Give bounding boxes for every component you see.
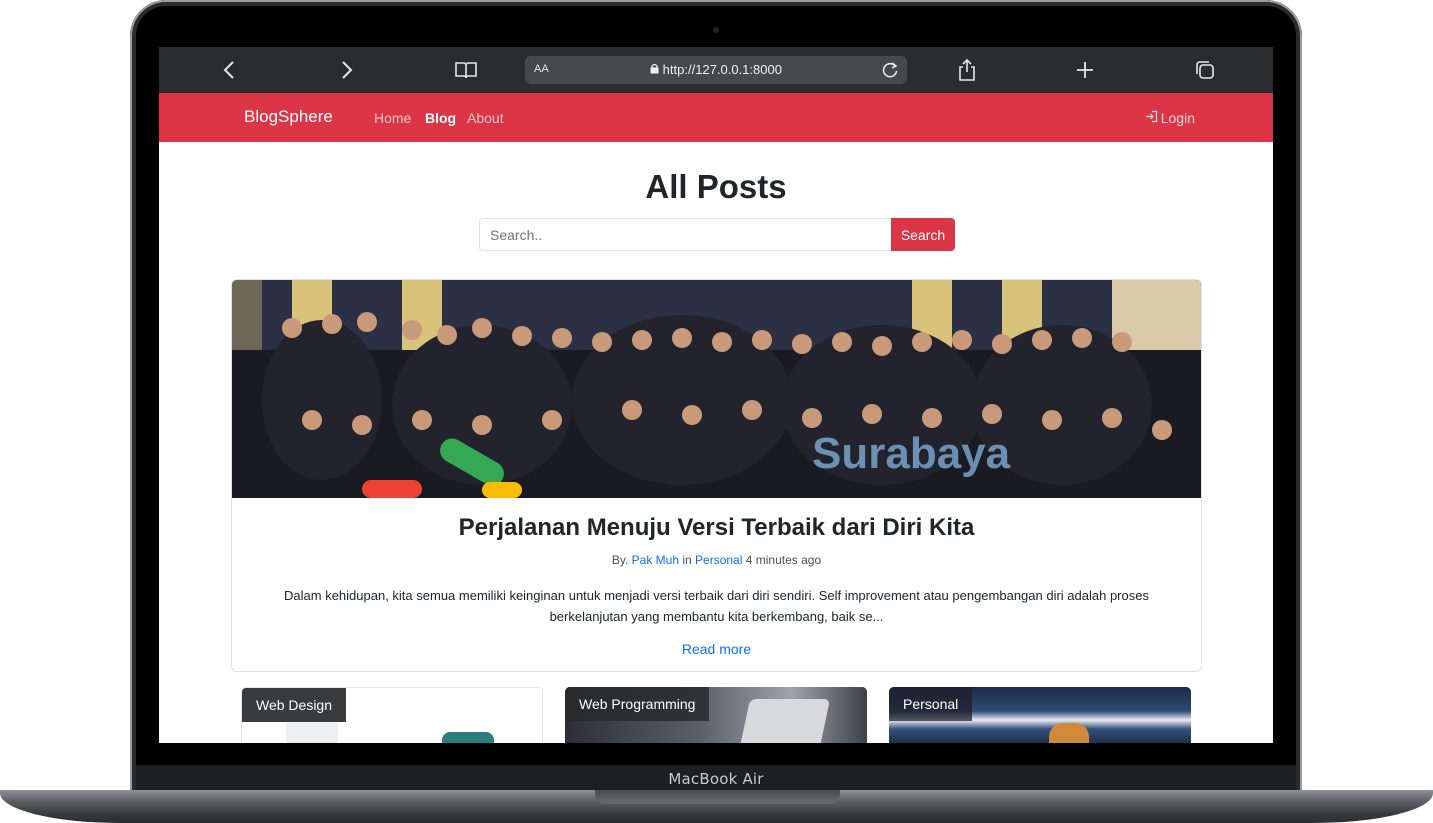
post-meta: By. Pak Muh in Personal 4 minutes ago	[232, 553, 1201, 567]
login-icon	[1145, 110, 1158, 126]
category-link[interactable]: Personal	[695, 553, 742, 567]
url-text: http://127.0.0.1:8000	[662, 62, 782, 77]
author-link[interactable]: Pak Muh	[632, 553, 679, 567]
laptop-hinge-notch	[595, 790, 840, 804]
book-icon[interactable]	[453, 55, 479, 85]
search-button[interactable]: Search	[891, 218, 955, 251]
site-navbar: BlogSphere Home Blog About Login	[159, 93, 1273, 142]
login-label: Login	[1160, 110, 1195, 126]
hero-sign-text: Surabaya	[812, 429, 1011, 478]
card-thumbnail-shape	[1049, 723, 1089, 743]
laptop-chin: MacBook Air	[136, 765, 1296, 793]
post-card-web-design[interactable]: Web Design	[241, 687, 543, 743]
browser-screen: AA http://127.0.0.1:8000 BlogSphere Home…	[159, 47, 1273, 743]
share-icon[interactable]	[955, 55, 979, 85]
device-label: MacBook Air	[668, 770, 764, 788]
post-card-personal[interactable]: Personal	[889, 687, 1191, 743]
featured-post-card: Surabaya Perjalanan Menuju Versi Terbaik…	[231, 279, 1202, 672]
post-excerpt: Dalam kehidupan, kita semua memiliki kei…	[284, 588, 1149, 624]
card-thumbnail	[442, 732, 494, 743]
nav-link-home[interactable]: Home	[374, 110, 411, 126]
tabs-icon[interactable]	[1193, 55, 1217, 85]
read-more-link[interactable]: Read more	[232, 641, 1201, 657]
nav-link-blog[interactable]: Blog	[425, 110, 456, 126]
page-title: All Posts	[645, 168, 787, 205]
chevron-left-icon[interactable]	[217, 55, 241, 85]
laptop-image-shape	[739, 699, 831, 743]
post-title[interactable]: Perjalanan Menuju Versi Terbaik dari Dir…	[232, 514, 1201, 542]
plus-icon[interactable]	[1073, 55, 1097, 85]
category-badge[interactable]: Personal	[889, 687, 973, 721]
category-badge[interactable]: Web Design	[242, 688, 347, 722]
search-input[interactable]	[479, 218, 892, 251]
lock-icon	[650, 62, 663, 77]
meta-by-label: By.	[611, 553, 629, 567]
brand-logo[interactable]: BlogSphere	[244, 107, 333, 127]
featured-post-image[interactable]: Surabaya	[232, 280, 1202, 498]
camera	[713, 27, 719, 33]
post-time: 4 minutes ago	[745, 553, 822, 567]
category-badge[interactable]: Web Programming	[565, 687, 710, 721]
chevron-right-icon[interactable]	[335, 55, 359, 85]
reload-icon[interactable]	[881, 60, 899, 85]
nav-link-about[interactable]: About	[467, 110, 504, 126]
login-link[interactable]: Login	[1145, 110, 1195, 126]
browser-toolbar: AA http://127.0.0.1:8000	[159, 47, 1273, 93]
meta-in-label: in	[682, 553, 692, 567]
post-card-web-programming[interactable]: Web Programming	[565, 687, 867, 743]
address-bar[interactable]: AA http://127.0.0.1:8000	[525, 56, 907, 84]
